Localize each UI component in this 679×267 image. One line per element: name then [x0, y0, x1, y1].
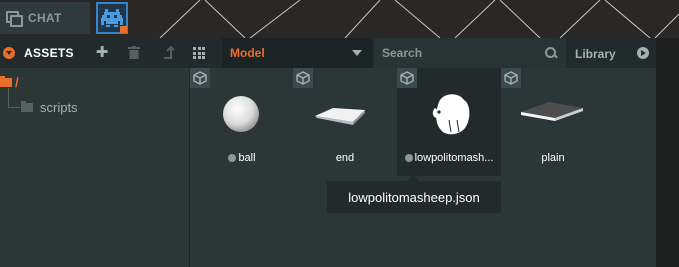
folder-icon: [0, 76, 12, 87]
asset-type-selected: Model: [230, 46, 265, 60]
assets-title: ASSETS: [24, 46, 74, 60]
collapse-chevron-icon[interactable]: [3, 47, 15, 59]
asset-tile-end[interactable]: end: [293, 68, 397, 176]
chat-tab[interactable]: CHAT: [0, 2, 90, 34]
trash-icon[interactable]: [126, 45, 142, 61]
editor-window: CHAT ASSETS ✚ Model Search Library / scr…: [0, 0, 679, 267]
asset-label: ball: [190, 152, 294, 164]
asset-tile-lowpolitomasheep[interactable]: lowpolitomash...: [397, 68, 501, 176]
asset-tooltip: lowpolitomasheep.json: [327, 175, 501, 213]
asset-label: end: [335, 152, 355, 164]
folder-icon: [21, 101, 33, 112]
search-input[interactable]: Search: [374, 38, 566, 68]
model-type-icon: [397, 68, 417, 88]
game-icon[interactable]: [96, 2, 128, 34]
asset-type-dropdown[interactable]: Model: [222, 38, 372, 68]
library-label[interactable]: Library: [575, 47, 616, 61]
tree-connector: [8, 107, 20, 108]
sheep-thumbnail: [432, 94, 470, 135]
chevron-down-icon: [352, 50, 362, 56]
grid-view-icon[interactable]: [193, 47, 205, 59]
assets-header: ASSETS ✚ Model Search Library: [0, 38, 656, 68]
chat-tab-label: CHAT: [28, 11, 62, 25]
asset-tile-plain[interactable]: plain: [501, 68, 605, 176]
chat-icon: [6, 11, 23, 27]
folder-tree: [0, 68, 189, 267]
model-type-icon: [293, 68, 313, 88]
status-dot: [404, 154, 413, 162]
status-dot: [228, 154, 237, 162]
viewport[interactable]: CHAT: [0, 0, 679, 38]
assets-panel: ASSETS ✚ Model Search Library / scripts …: [0, 38, 656, 267]
plane-thumbnail: [521, 102, 583, 121]
tree-item-root[interactable]: /: [15, 75, 19, 90]
asset-tile-ball[interactable]: ball: [190, 68, 294, 176]
level-up-icon[interactable]: [160, 45, 176, 61]
notification-badge: [120, 26, 127, 33]
slab-thumbnail: [315, 108, 365, 125]
search-icon[interactable]: [545, 47, 557, 59]
library-arrow-icon[interactable]: [637, 47, 649, 59]
tooltip-text: lowpolitomasheep.json: [348, 189, 480, 205]
search-placeholder: Search: [382, 46, 423, 60]
plus-icon[interactable]: ✚: [94, 45, 110, 61]
tree-connector: [8, 88, 9, 108]
model-type-icon: [190, 68, 210, 88]
asset-grid: ball end lowpolitomash... plain: [190, 68, 656, 267]
model-type-icon: [501, 68, 521, 88]
sphere-thumbnail: [223, 96, 259, 132]
asset-label: lowpolitomash...: [397, 152, 501, 164]
tree-item-scripts[interactable]: scripts: [40, 100, 78, 115]
asset-label: plain: [541, 152, 565, 164]
